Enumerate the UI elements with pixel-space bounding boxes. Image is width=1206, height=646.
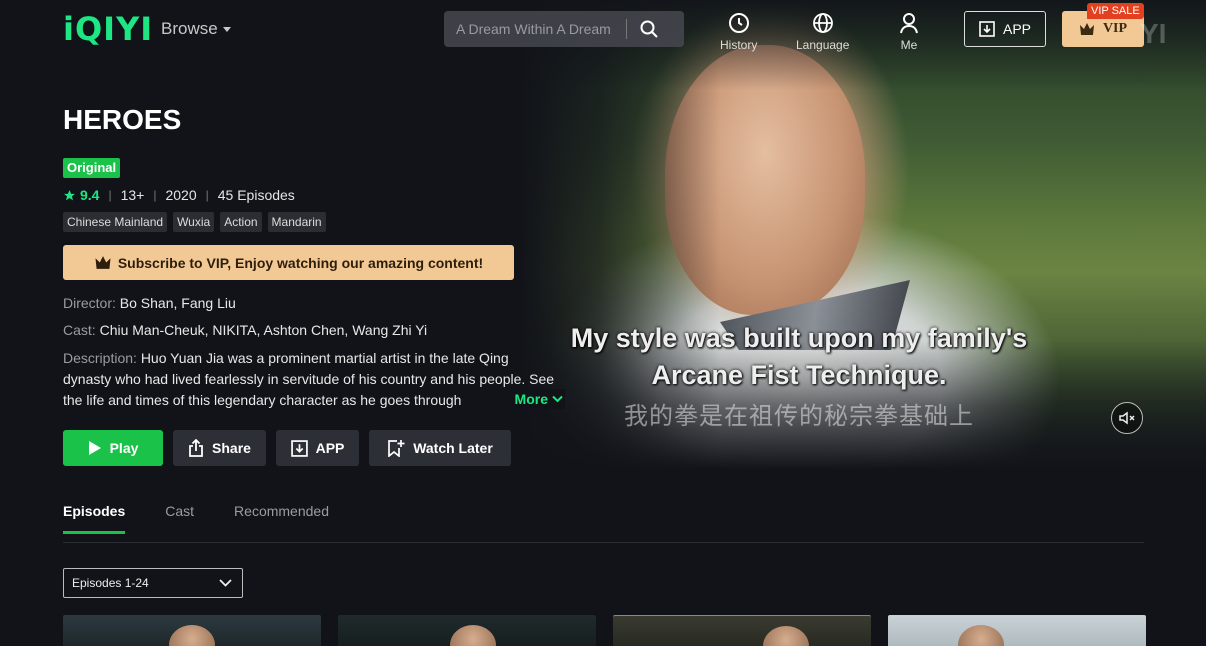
video-subtitle: My style was built upon my family's Arca… bbox=[520, 320, 1078, 394]
tag-genre-wuxia[interactable]: Wuxia bbox=[173, 212, 215, 232]
rating-value: 9.4 bbox=[80, 187, 100, 203]
chevron-down-icon bbox=[552, 395, 563, 403]
browse-label: Browse bbox=[161, 19, 218, 38]
more-label: More bbox=[514, 391, 548, 407]
thumbnail-image bbox=[450, 625, 496, 646]
download-app-button[interactable]: APP bbox=[964, 11, 1046, 47]
download-icon bbox=[979, 21, 995, 37]
release-year: 2020 bbox=[165, 187, 197, 203]
app-button[interactable]: APP bbox=[276, 430, 359, 466]
tab-cast[interactable]: Cast bbox=[165, 503, 194, 534]
clock-icon bbox=[728, 13, 749, 33]
share-icon bbox=[189, 439, 203, 457]
more-toggle[interactable]: More bbox=[493, 389, 565, 409]
share-button[interactable]: Share bbox=[173, 430, 266, 466]
thumbnail-image bbox=[169, 625, 215, 646]
episode-range-select[interactable]: Episodes 1-24 bbox=[63, 568, 243, 598]
tab-recommended[interactable]: Recommended bbox=[234, 503, 329, 534]
play-icon bbox=[88, 441, 101, 455]
episode-thumbnails bbox=[63, 615, 1146, 646]
cast-key: Cast: bbox=[63, 322, 96, 338]
meta-divider: | bbox=[153, 188, 157, 202]
user-icon bbox=[900, 13, 918, 34]
app-label: APP bbox=[1002, 21, 1031, 37]
search-icon bbox=[640, 20, 658, 38]
thumbnail-image bbox=[763, 626, 809, 646]
director-value[interactable]: Bo Shan, Fang Liu bbox=[120, 295, 236, 311]
action-buttons: Play Share APP Watch Later bbox=[63, 430, 511, 466]
top-header: iQIYI Browse History Language Me bbox=[0, 0, 1206, 60]
iqiyi-logo[interactable]: iQIYI bbox=[63, 10, 153, 48]
description: Description: Huo Yuan Jia was a prominen… bbox=[63, 348, 558, 411]
meta-divider: | bbox=[108, 188, 112, 202]
vip-sale-badge: VIP SALE bbox=[1087, 3, 1144, 19]
vip-label: VIP bbox=[1102, 21, 1128, 36]
episode-thumbnail[interactable] bbox=[338, 615, 596, 646]
play-button[interactable]: Play bbox=[63, 430, 163, 466]
thumbnail-image bbox=[958, 625, 1004, 646]
crown-icon bbox=[95, 256, 111, 269]
nav-me[interactable]: Me bbox=[898, 12, 920, 52]
content-tabs: Episodes Cast Recommended bbox=[63, 503, 329, 534]
episode-thumbnail[interactable] bbox=[613, 615, 871, 646]
search-bar bbox=[444, 11, 684, 47]
episode-thumbnail[interactable] bbox=[63, 615, 321, 646]
search-input[interactable] bbox=[444, 11, 626, 47]
rating: 9.4 bbox=[63, 187, 99, 203]
star-icon bbox=[64, 189, 75, 200]
watermark-logo: YI bbox=[1140, 18, 1167, 49]
tag-genre-action[interactable]: Action bbox=[220, 212, 262, 232]
tab-episodes[interactable]: Episodes bbox=[63, 503, 126, 534]
tabs-divider bbox=[63, 542, 1144, 543]
tag-region[interactable]: Chinese Mainland bbox=[63, 212, 168, 232]
browse-menu[interactable]: Browse bbox=[161, 19, 231, 39]
nav-language[interactable]: Language bbox=[796, 12, 849, 52]
nav-history-label: History bbox=[720, 38, 758, 52]
vip-subscribe-banner[interactable]: Subscribe to VIP, Enjoy watching our ama… bbox=[63, 245, 514, 280]
nav-language-label: Language bbox=[796, 38, 850, 52]
description-text: Huo Yuan Jia was a prominent martial art… bbox=[63, 350, 555, 408]
share-label: Share bbox=[212, 440, 251, 456]
download-icon bbox=[290, 439, 308, 457]
vip-banner-text: Subscribe to VIP, Enjoy watching our ama… bbox=[117, 254, 484, 271]
director-line: Director: Bo Shan, Fang Liu bbox=[63, 295, 236, 311]
crown-icon bbox=[1079, 23, 1094, 35]
search-button[interactable] bbox=[627, 11, 671, 47]
cast-value[interactable]: Chiu Man-Cheuk, NIKITA, Ashton Chen, Wan… bbox=[100, 322, 428, 338]
speaker-muted-icon bbox=[1119, 411, 1135, 425]
app-button-label: APP bbox=[315, 440, 345, 456]
tag-language[interactable]: Mandarin bbox=[267, 212, 326, 232]
bookmark-plus-icon bbox=[388, 440, 405, 457]
cast-line: Cast: Chiu Man-Cheuk, NIKITA, Ashton Che… bbox=[63, 322, 427, 338]
watch-later-button[interactable]: Watch Later bbox=[369, 430, 511, 466]
mute-button[interactable] bbox=[1111, 402, 1143, 434]
nav-history[interactable]: History bbox=[720, 12, 757, 52]
nav-me-label: Me bbox=[900, 38, 918, 52]
original-badge: Original bbox=[63, 158, 121, 178]
meta-divider: | bbox=[205, 188, 209, 202]
episode-thumbnail[interactable] bbox=[888, 615, 1146, 646]
subtitle-chinese: 我的拳是在祖传的秘宗拳基础上 bbox=[624, 403, 974, 430]
description-key: Description: bbox=[63, 350, 137, 366]
subtitle-line-2: Arcane Fist Technique. bbox=[651, 360, 947, 390]
genre-tags: Chinese Mainland Wuxia Action Mandarin bbox=[63, 212, 326, 232]
show-meta: 9.4 | 13+ | 2020 | 45 Episodes bbox=[63, 187, 295, 203]
watch-later-label: Watch Later bbox=[413, 440, 493, 456]
episode-count: 45 Episodes bbox=[217, 187, 295, 203]
chevron-down-icon bbox=[219, 579, 232, 587]
director-key: Director: bbox=[63, 295, 116, 311]
globe-icon bbox=[812, 13, 833, 33]
episode-range-value: Episodes 1-24 bbox=[72, 576, 149, 590]
play-label: Play bbox=[109, 440, 139, 456]
subtitle-line-1: My style was built upon my family's bbox=[570, 323, 1028, 353]
show-title: HEROES bbox=[63, 104, 182, 135]
chevron-down-icon bbox=[222, 26, 231, 32]
age-rating: 13+ bbox=[120, 187, 145, 203]
